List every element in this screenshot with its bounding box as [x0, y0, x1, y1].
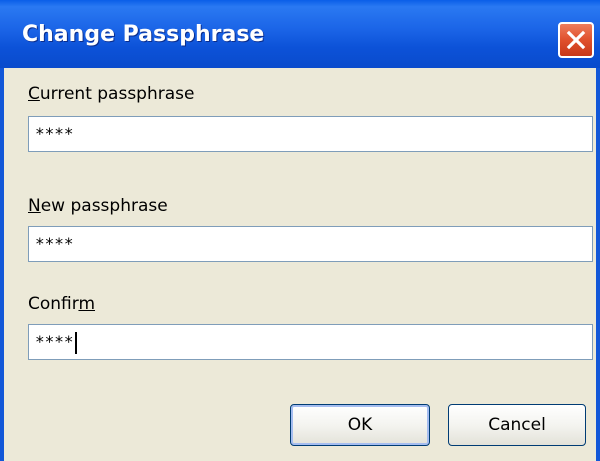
confirm-passphrase-accelerator: m	[78, 294, 96, 314]
window-frame-right	[596, 68, 600, 461]
current-passphrase-value: ****	[35, 124, 74, 143]
dialog-title: Change Passphrase	[22, 22, 265, 47]
cancel-button[interactable]: Cancel	[448, 404, 586, 446]
current-passphrase-accelerator: C	[28, 84, 40, 104]
current-passphrase-field[interactable]: ****	[28, 116, 593, 152]
new-passphrase-value: ****	[35, 234, 74, 253]
new-passphrase-label: New passphrase	[28, 196, 168, 216]
close-button[interactable]	[558, 22, 594, 58]
title-bar[interactable]: Change Passphrase	[0, 0, 600, 68]
text-caret	[74, 331, 77, 354]
change-passphrase-dialog: Change Passphrase Current passphrase ***…	[0, 0, 600, 461]
new-passphrase-accelerator: N	[28, 196, 41, 216]
current-passphrase-label: Current passphrase	[28, 84, 195, 104]
confirm-passphrase-field[interactable]: ****	[28, 324, 593, 360]
confirm-passphrase-label: Confirm	[28, 294, 96, 314]
ok-button[interactable]: OK	[290, 404, 430, 446]
new-passphrase-field[interactable]: ****	[28, 226, 593, 262]
window-frame-left	[0, 68, 4, 461]
confirm-passphrase-value: ****	[35, 332, 74, 351]
